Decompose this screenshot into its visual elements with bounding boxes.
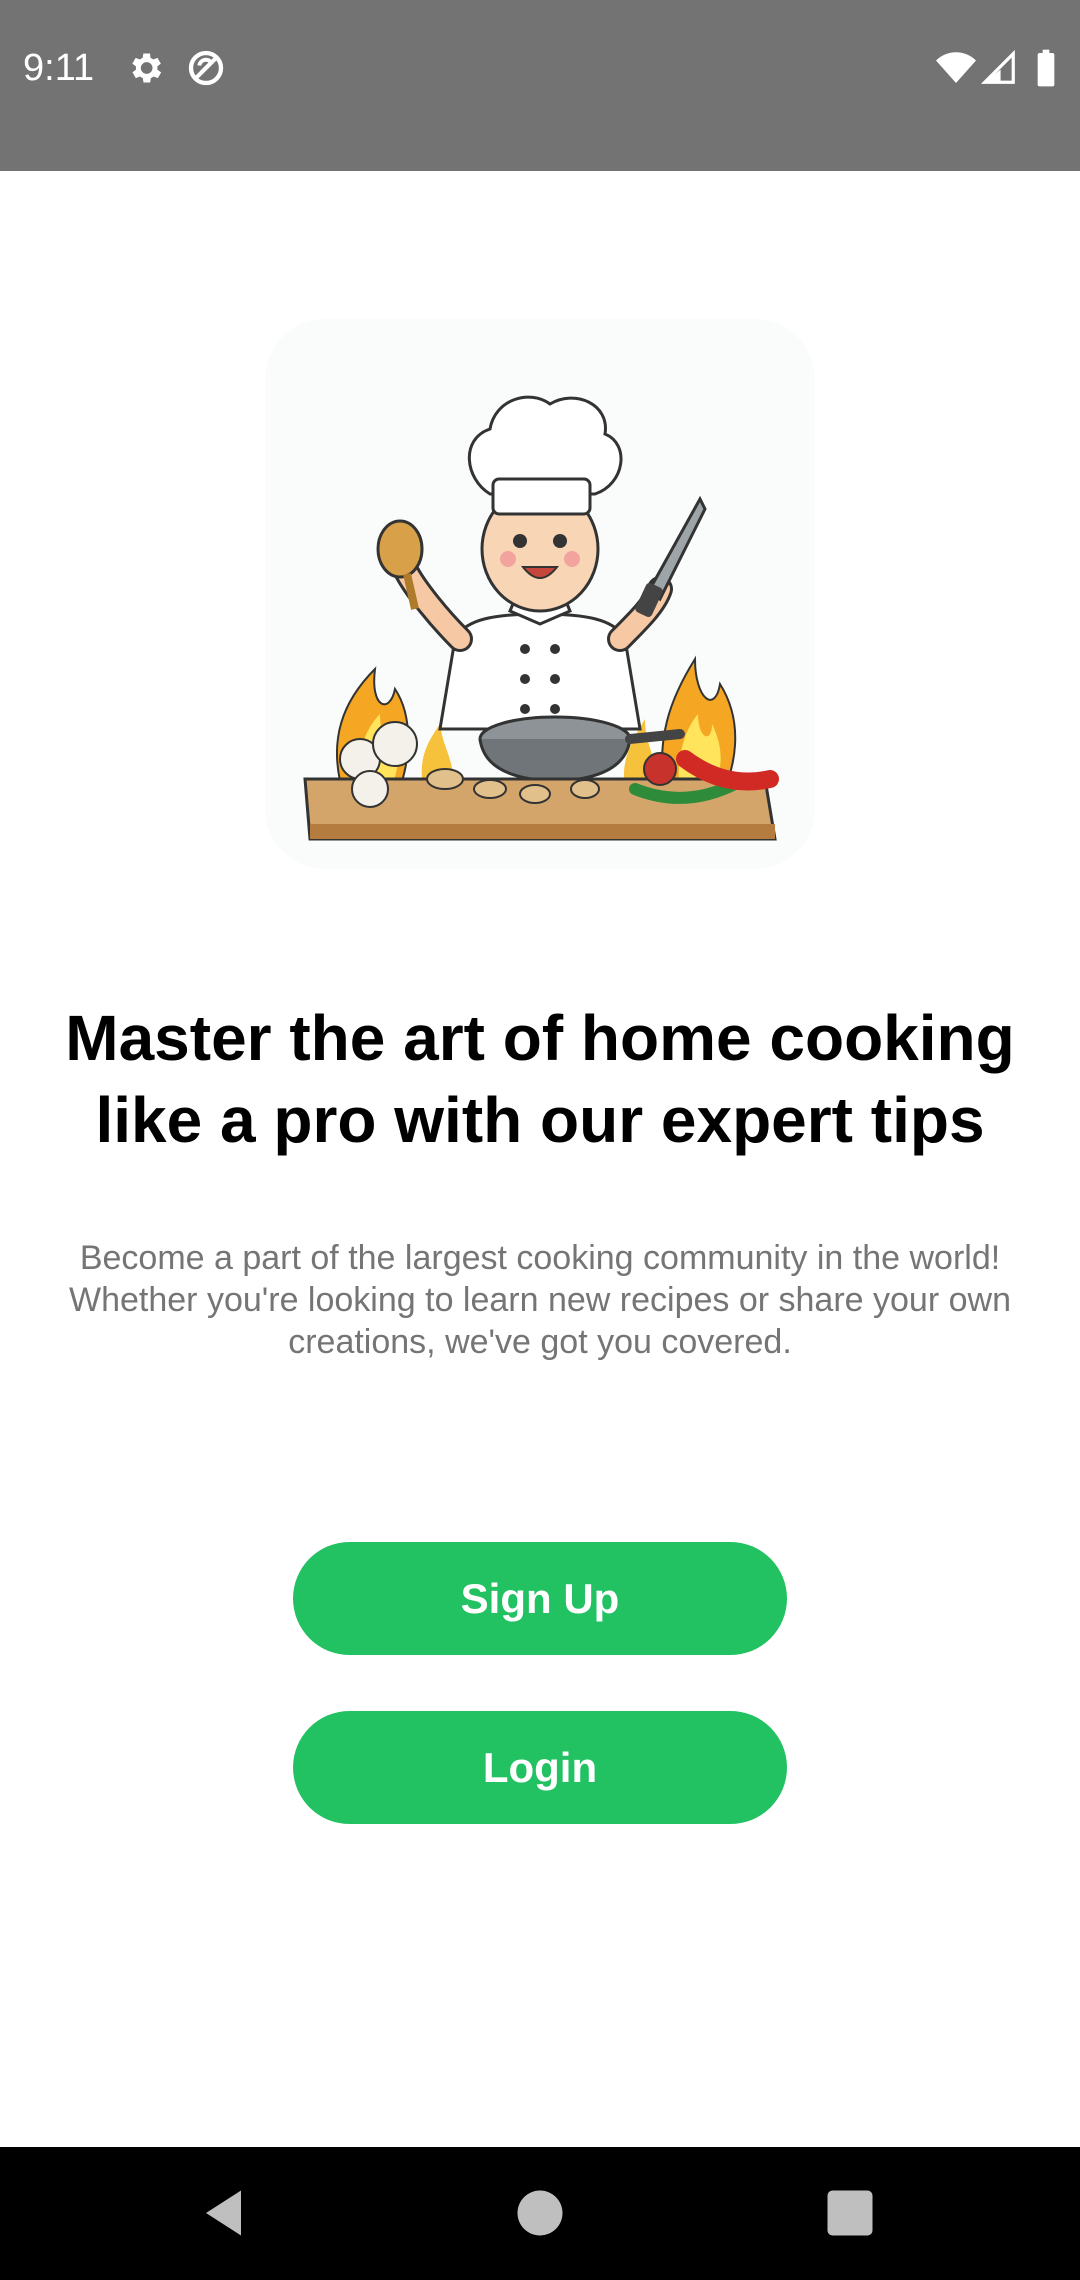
navigation-bar (0, 2147, 1080, 2280)
subtitle: Become a part of the largest cooking com… (69, 1239, 1011, 1361)
recents-icon[interactable] (820, 2183, 880, 2243)
chef-illustration (265, 319, 815, 869)
login-button[interactable]: Login (293, 1711, 787, 1824)
battery-icon (1034, 48, 1058, 88)
back-icon[interactable] (196, 2183, 256, 2243)
headline: Master the art of home cooking like a pr… (65, 1002, 1015, 1156)
home-icon[interactable] (510, 2183, 570, 2243)
status-bar: 9:11 (0, 0, 1080, 171)
do-not-disturb-icon (186, 48, 226, 88)
status-time: 9:11 (23, 47, 95, 89)
wifi-icon (935, 48, 977, 88)
gear-icon (125, 48, 165, 88)
onboarding-screen: Master the art of home cooking like a pr… (0, 171, 1080, 2147)
signal-icon (980, 48, 1018, 88)
sign-up-button[interactable]: Sign Up (293, 1542, 787, 1655)
